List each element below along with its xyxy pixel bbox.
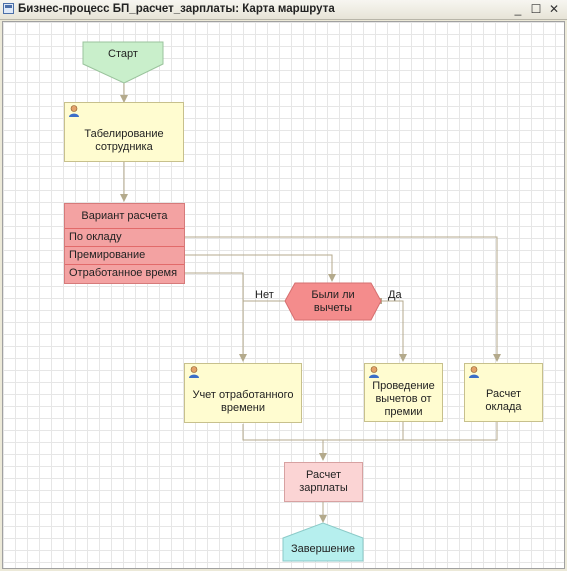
process-map-icon (3, 3, 14, 14)
condition-label[interactable]: Были ли вычеты (295, 283, 371, 320)
window-titlebar: Бизнес-процесс БП_расчет_зарплаты: Карта… (0, 0, 567, 20)
task-worked-time[interactable]: Учет отработанного времени (184, 363, 302, 423)
choice-option-worked[interactable]: Отработанное время (65, 265, 184, 282)
task-tabel-label: Табелирование сотрудника (84, 127, 164, 153)
user-icon (369, 366, 379, 378)
user-icon (69, 105, 79, 117)
route-map-canvas[interactable]: Старт Табелирование сотрудника Вариант р… (2, 21, 565, 569)
edge-label-no: Нет (255, 289, 274, 301)
maximize-button[interactable]: ☐ (528, 2, 544, 17)
task-salary[interactable]: Расчет оклада (464, 363, 543, 422)
task-tabel[interactable]: Табелирование сотрудника (64, 102, 184, 162)
choice-header: Вариант расчета (65, 204, 184, 229)
choice-option-bonus[interactable]: Премирование (65, 247, 184, 265)
link-yes (381, 300, 407, 362)
task-worked-time-label: Учет отработанного времени (192, 388, 294, 414)
start-label[interactable]: Старт (83, 42, 163, 66)
link-bonus-option (184, 254, 336, 282)
task-salary-label: Расчет оклада (485, 388, 522, 413)
user-icon (189, 366, 199, 378)
close-button[interactable]: ✕ (546, 2, 562, 17)
task-deductions[interactable]: Проведение вычетов от премии (364, 363, 443, 422)
user-icon (469, 366, 479, 378)
calc-pay[interactable]: Расчет зарплаты (284, 462, 363, 502)
edge-label-yes: Да (388, 289, 402, 301)
choice-option-salary[interactable]: По окладу (65, 229, 184, 247)
window-title: Бизнес-процесс БП_расчет_зарплаты: Карта… (18, 3, 335, 15)
task-deductions-label: Проведение вычетов от премии (372, 379, 435, 418)
link-worked-option (184, 272, 247, 362)
link-join (242, 422, 498, 441)
minimize-button[interactable]: _ (510, 2, 526, 17)
end-label[interactable]: Завершение (283, 538, 363, 561)
choice-variant[interactable]: Вариант расчета По окладу Премирование О… (64, 203, 185, 284)
